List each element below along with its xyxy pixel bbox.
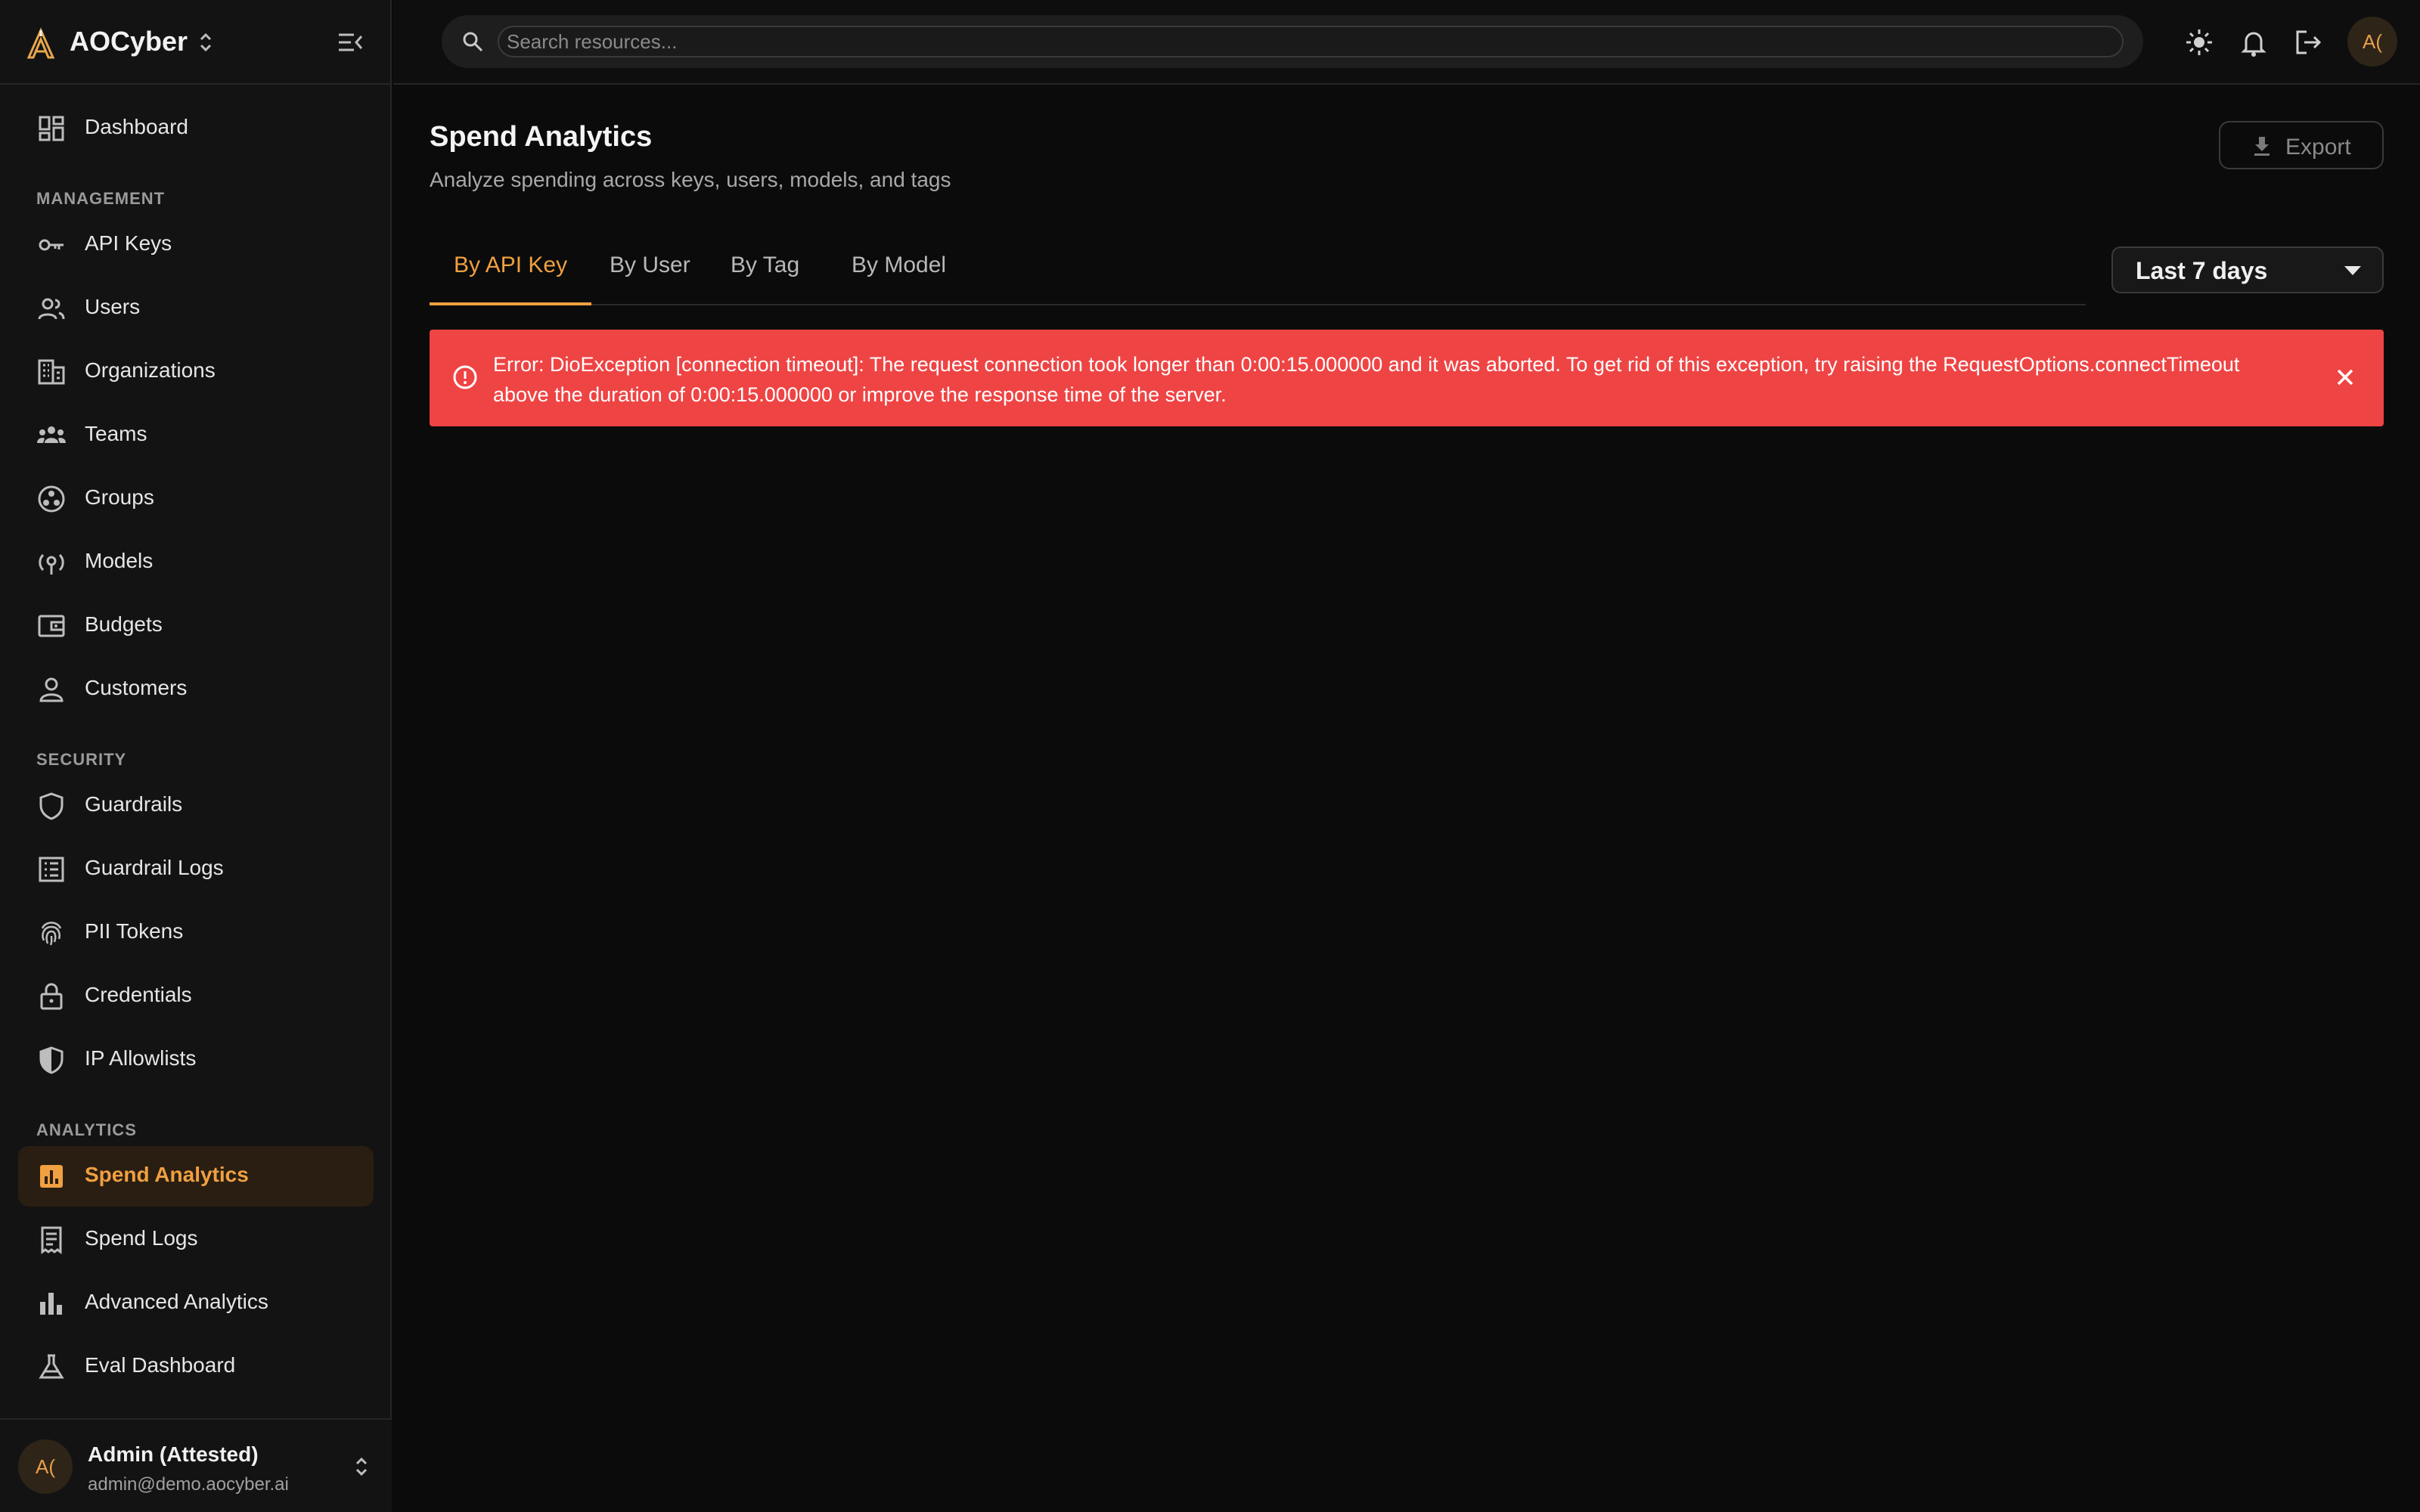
sidebar-item-customers[interactable]: Customers	[18, 659, 374, 720]
tab-by-user[interactable]: By User	[585, 253, 715, 305]
sidebar-item-label: PII Tokens	[85, 919, 184, 943]
sidebar-item-eval-dashboard[interactable]: Eval Dashboard	[18, 1337, 374, 1397]
log-list-icon	[36, 854, 67, 885]
export-label: Export	[2285, 135, 2351, 160]
search-bar[interactable]	[442, 15, 2143, 68]
logout-icon[interactable]	[2293, 27, 2323, 57]
caret-down-icon	[2344, 266, 2361, 275]
sidebar-item-label: Credentials	[85, 983, 192, 1006]
models-icon	[36, 547, 67, 578]
section-label-analytics: ANALYTICS	[36, 1120, 137, 1139]
chevron-up-down-icon[interactable]	[197, 30, 215, 54]
date-range-select[interactable]: Last 7 days	[2111, 246, 2384, 293]
sidebar-item-guardrail-logs[interactable]: Guardrail Logs	[18, 839, 374, 900]
aocyber-logo-icon[interactable]	[24, 27, 57, 60]
sidebar-item-label: Spend Analytics	[85, 1163, 249, 1186]
avatar[interactable]: A(	[2347, 17, 2397, 67]
search-icon	[461, 30, 484, 53]
sidebar-item-spend-analytics[interactable]: Spend Analytics	[18, 1146, 374, 1207]
sidebar-item-spend-logs[interactable]: Spend Logs	[18, 1210, 374, 1270]
analytics-icon	[36, 1161, 67, 1191]
sidebar-item-label: Teams	[85, 422, 147, 445]
shield-icon	[36, 791, 67, 821]
building-icon	[36, 357, 67, 387]
tab-by-api-key[interactable]: By API Key	[430, 253, 592, 305]
sidebar-item-label: Customers	[85, 676, 188, 699]
download-icon	[2251, 135, 2273, 157]
brand-header: AOCyber	[0, 0, 392, 85]
export-button[interactable]: Export	[2219, 121, 2384, 169]
user-name: Admin (Attested)	[88, 1442, 259, 1466]
sidebar-item-credentials[interactable]: Credentials	[18, 966, 374, 1027]
sidebar-item-groups[interactable]: Groups	[18, 469, 374, 529]
page-title: Spend Analytics	[430, 121, 653, 153]
key-icon	[36, 230, 67, 260]
search-input[interactable]	[498, 26, 2124, 57]
sidebar-item-label: Organizations	[85, 358, 216, 382]
sidebar-item-label: Dashboard	[85, 115, 188, 138]
user-profile-card[interactable]: A( Admin (Attested) admin@demo.aocyber.a…	[0, 1418, 392, 1512]
error-alert: Error: DioException [connection timeout]…	[430, 330, 2384, 426]
sidebar-item-dashboard[interactable]: Dashboard	[18, 98, 374, 159]
tab-bar: By API Key By User By Tag By Model	[430, 242, 2086, 305]
error-circle-icon	[452, 364, 478, 390]
date-range-value: Last 7 days	[2136, 257, 2268, 284]
sidebar-item-users[interactable]: Users	[18, 278, 374, 339]
section-label-security: SECURITY	[36, 750, 127, 769]
error-message: Error: DioException [connection timeout]…	[493, 353, 2240, 406]
sidebar-item-advanced-analytics[interactable]: Advanced Analytics	[18, 1273, 374, 1334]
theme-toggle-sun-icon[interactable]	[2184, 27, 2214, 57]
users-icon	[36, 293, 67, 324]
teams-icon	[36, 420, 67, 451]
sidebar-item-label: IP Allowlists	[85, 1046, 197, 1070]
sidebar-item-organizations[interactable]: Organizations	[18, 342, 374, 402]
sidebar-item-label: API Keys	[85, 231, 172, 255]
chevron-up-down-icon[interactable]	[352, 1455, 371, 1479]
page-subtitle: Analyze spending across keys, users, mod…	[430, 168, 951, 191]
sidebar-item-label: Guardrail Logs	[85, 856, 224, 879]
sidebar: AOCyber Dashboard MANAGEMENT API Keys Us…	[0, 0, 392, 1512]
bell-icon[interactable]	[2238, 27, 2269, 57]
sidebar-item-label: Users	[85, 295, 141, 318]
sidebar-item-label: Guardrails	[85, 792, 183, 816]
brand-name[interactable]: AOCyber	[70, 26, 188, 57]
dashboard-icon	[36, 113, 67, 144]
avatar[interactable]: A(	[18, 1439, 73, 1494]
sidebar-item-teams[interactable]: Teams	[18, 405, 374, 466]
sidebar-item-models[interactable]: Models	[18, 532, 374, 593]
fingerprint-icon	[36, 918, 67, 948]
collapse-sidebar-icon[interactable]	[336, 27, 366, 57]
sidebar-item-pii-tokens[interactable]: PII Tokens	[18, 903, 374, 963]
receipt-icon	[36, 1225, 67, 1255]
bar-chart-icon	[36, 1288, 67, 1318]
shield-half-icon	[36, 1045, 67, 1075]
groups-icon	[36, 484, 67, 514]
flask-icon	[36, 1352, 67, 1382]
sidebar-item-label: Models	[85, 549, 154, 572]
sidebar-item-label: Eval Dashboard	[85, 1353, 236, 1377]
sidebar-item-label: Spend Logs	[85, 1226, 198, 1250]
lock-icon	[36, 981, 67, 1012]
top-bar: A(	[393, 0, 2420, 85]
wallet-icon	[36, 611, 67, 641]
sidebar-item-label: Groups	[85, 485, 154, 509]
sidebar-item-budgets[interactable]: Budgets	[18, 596, 374, 656]
section-label-management: MANAGEMENT	[36, 189, 166, 208]
sidebar-item-guardrails[interactable]: Guardrails	[18, 776, 374, 836]
tab-by-model[interactable]: By Model	[827, 253, 970, 305]
person-icon	[36, 674, 67, 705]
sidebar-item-label: Advanced Analytics	[85, 1290, 268, 1313]
user-email: admin@demo.aocyber.ai	[88, 1474, 289, 1495]
sidebar-item-label: Budgets	[85, 612, 163, 636]
close-icon[interactable]	[2332, 364, 2358, 390]
tab-by-tag[interactable]: By Tag	[706, 253, 824, 305]
sidebar-item-api-keys[interactable]: API Keys	[18, 215, 374, 275]
sidebar-item-ip-allowlists[interactable]: IP Allowlists	[18, 1030, 374, 1090]
